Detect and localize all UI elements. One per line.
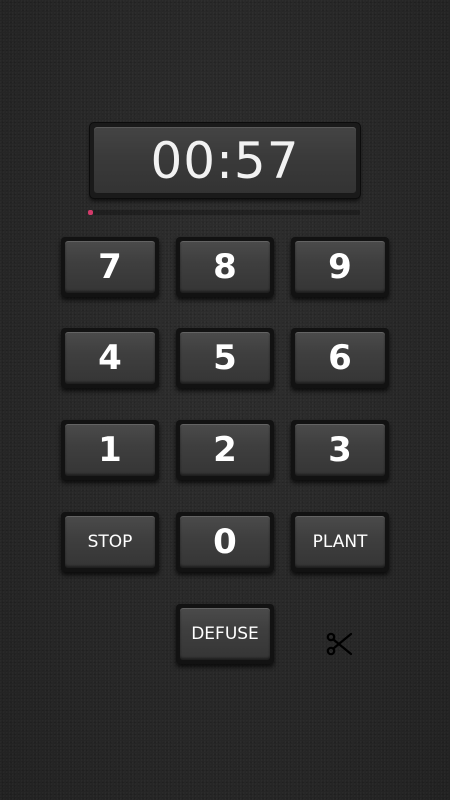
key-3[interactable]: 3: [291, 420, 389, 480]
key-7-label: 7: [98, 247, 122, 287]
key-9[interactable]: 9: [291, 237, 389, 297]
key-9-label: 9: [328, 247, 352, 287]
defuse-button[interactable]: DEFUSE: [176, 604, 274, 664]
key-2-label: 2: [213, 430, 237, 470]
key-4-label: 4: [98, 338, 122, 378]
countdown-progress-bar: [88, 210, 360, 215]
stop-button[interactable]: STOP: [61, 512, 159, 572]
plant-button[interactable]: PLANT: [291, 512, 389, 572]
key-7[interactable]: 7: [61, 237, 159, 297]
key-5-label: 5: [213, 338, 237, 378]
scissors-icon[interactable]: [326, 630, 354, 658]
key-6[interactable]: 6: [291, 328, 389, 388]
key-3-label: 3: [328, 430, 352, 470]
key-1[interactable]: 1: [61, 420, 159, 480]
timer-display-screen: 00:57: [94, 127, 356, 194]
key-1-label: 1: [98, 430, 122, 470]
key-2[interactable]: 2: [176, 420, 274, 480]
key-8-label: 8: [213, 247, 237, 287]
key-5[interactable]: 5: [176, 328, 274, 388]
key-8[interactable]: 8: [176, 237, 274, 297]
key-4[interactable]: 4: [61, 328, 159, 388]
countdown-progress-fill: [88, 210, 94, 215]
stop-button-label: STOP: [87, 531, 133, 552]
key-0-label: 0: [213, 522, 237, 562]
plant-button-label: PLANT: [312, 531, 368, 552]
timer-display: 00:57: [90, 123, 360, 198]
key-0[interactable]: 0: [176, 512, 274, 572]
timer-value: 00:57: [150, 131, 300, 190]
defuse-button-label: DEFUSE: [191, 623, 259, 644]
key-6-label: 6: [328, 338, 352, 378]
